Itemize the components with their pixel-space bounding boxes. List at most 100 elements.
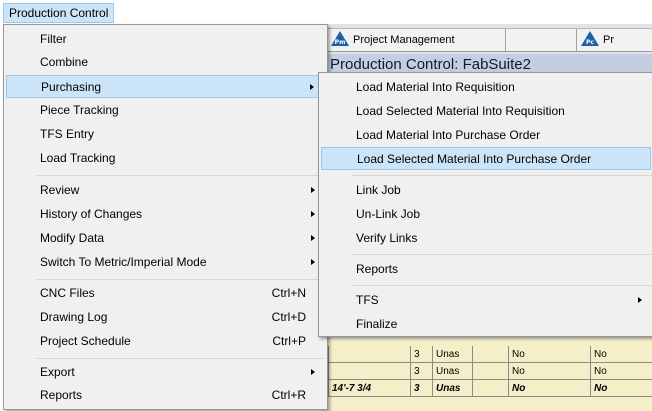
menu-item-label: Switch To Metric/Imperial Mode (40, 255, 207, 269)
shortcut-label: Ctrl+P (272, 334, 306, 348)
menu-item-label: Load Material Into Requisition (356, 80, 515, 94)
menu-item-drawing-log[interactable]: Drawing Log Ctrl+D (6, 306, 324, 329)
menu-item-label: Piece Tracking (40, 103, 119, 117)
submenu-arrow-icon (638, 297, 642, 303)
cell-length (328, 346, 410, 363)
menu-item-label: Reports (356, 262, 399, 276)
tab-strip: Pm Project Management Pc Pr (320, 28, 652, 52)
menu-item-label: Un-Link Job (356, 207, 421, 221)
cell-blank (472, 363, 508, 380)
table-row[interactable]: 3 Unas No No (320, 363, 652, 380)
tab-pc[interactable]: Pc Pr (576, 29, 652, 51)
svg-text:Pm: Pm (335, 39, 346, 46)
cell-col-b: No (590, 363, 652, 380)
menu-item-filter[interactable]: Filter (6, 28, 324, 51)
menu-separator (36, 358, 324, 359)
shortcut-label: Ctrl+D (271, 310, 306, 324)
menu-item-load-material-po[interactable]: Load Material Into Purchase Order (321, 124, 651, 147)
menu-item-history-of-changes[interactable]: History of Changes (6, 203, 324, 226)
shortcut-label: Ctrl+N (271, 286, 306, 300)
menu-item-label: Verify Links (356, 231, 418, 245)
menu-item-label: Reports (40, 388, 83, 402)
menu-item-label: Load Selected Material Into Requisition (356, 104, 565, 118)
table-row[interactable]: 3 Unas No No (320, 346, 652, 363)
menu-item-label: CNC Files (40, 286, 95, 300)
cell-col-a: No (508, 363, 590, 380)
pm-icon: Pm (331, 31, 349, 46)
purchasing-submenu: Load Material Into Requisition Load Sele… (318, 72, 652, 337)
menu-item-link-job[interactable]: Link Job (321, 179, 651, 202)
production-control-menu: Filter Combine Purchasing Piece Tracking… (3, 24, 328, 410)
menu-item-label: TFS Entry (40, 127, 95, 141)
pc-icon: Pc (581, 31, 599, 46)
menu-item-label: Modify Data (40, 231, 105, 245)
menu-separator (352, 285, 652, 286)
submenu-arrow-icon (311, 235, 315, 241)
menu-item-label: Load Tracking (40, 151, 116, 165)
submenu-arrow-icon (311, 211, 315, 217)
menu-item-purchasing[interactable]: Purchasing (6, 75, 324, 98)
cell-col-a: No (508, 346, 590, 363)
data-grid: 3 Unas No No 3 Unas No No 14'-7 3/4 3 Un… (320, 338, 652, 411)
cell-col-b: No (590, 346, 652, 363)
menu-item-reports[interactable]: Reports Ctrl+R (6, 384, 324, 407)
tab-label: Project Management (353, 34, 455, 46)
cell-qty: 3 (410, 346, 432, 363)
menu-item-finalize[interactable]: Finalize (321, 313, 651, 336)
menu-item-label: Purchasing (41, 80, 102, 94)
menu-item-label: Project Schedule (40, 334, 131, 348)
menu-item-tfs-entry[interactable]: TFS Entry (6, 123, 324, 146)
table-row[interactable]: 14'-7 3/4 3 Unas No No (320, 380, 652, 397)
menu-item-load-tracking[interactable]: Load Tracking (6, 147, 324, 170)
menu-separator (352, 254, 652, 255)
submenu-arrow-icon (311, 187, 315, 193)
cell-col-a: No (508, 380, 590, 397)
menu-item-piece-tracking[interactable]: Piece Tracking (6, 99, 324, 122)
menu-item-load-material-requisition[interactable]: Load Material Into Requisition (321, 76, 651, 99)
cell-blank (472, 380, 508, 397)
cell-length: 14'-7 3/4 (328, 380, 410, 397)
menu-item-label: Load Material Into Purchase Order (356, 128, 541, 142)
menu-item-label: TFS (356, 293, 379, 307)
menu-production-control[interactable]: Production Control (3, 3, 115, 23)
cell-length (328, 363, 410, 380)
menu-item-label: Load Selected Material Into Purchase Ord… (357, 152, 592, 166)
menu-item-label: History of Changes (40, 207, 143, 221)
menu-item-export[interactable]: Export (6, 361, 324, 384)
menu-item-project-schedule[interactable]: Project Schedule Ctrl+P (6, 330, 324, 353)
cell-col-b: No (590, 380, 652, 397)
menu-item-load-selected-po[interactable]: Load Selected Material Into Purchase Ord… (321, 147, 651, 170)
menu-item-review[interactable]: Review (6, 179, 324, 202)
menu-separator (352, 175, 652, 176)
menu-item-cnc-files[interactable]: CNC Files Ctrl+N (6, 282, 324, 305)
cell-qty: 3 (410, 380, 432, 397)
menu-item-switch-units[interactable]: Switch To Metric/Imperial Mode (6, 251, 324, 274)
menu-bar: Production Control (0, 0, 652, 24)
menu-item-unlink-job[interactable]: Un-Link Job (321, 203, 651, 226)
menu-item-label: Finalize (356, 317, 398, 331)
menu-item-label: Combine (40, 55, 89, 69)
shortcut-label: Ctrl+R (271, 388, 306, 402)
menu-item-label: Link Job (356, 183, 401, 197)
menu-item-combine[interactable]: Combine (6, 51, 324, 74)
menu-item-label: Filter (40, 32, 67, 46)
menu-item-load-selected-requisition[interactable]: Load Selected Material Into Requisition (321, 100, 651, 123)
cell-status: Unas (432, 363, 472, 380)
menu-separator (36, 279, 324, 280)
cell-status: Unas (432, 380, 472, 397)
cell-status: Unas (432, 346, 472, 363)
tab-project-management[interactable]: Pm Project Management (326, 29, 506, 51)
tab-label: Pr (603, 34, 614, 46)
menu-item-tfs[interactable]: TFS (321, 289, 651, 312)
menu-item-sub-reports[interactable]: Reports (321, 258, 651, 281)
cell-blank (472, 346, 508, 363)
submenu-arrow-icon (310, 84, 314, 90)
menu-item-verify-links[interactable]: Verify Links (321, 227, 651, 250)
menu-separator (36, 175, 324, 176)
svg-text:Pc: Pc (586, 39, 594, 46)
menu-item-label: Export (40, 365, 75, 379)
submenu-arrow-icon (311, 259, 315, 265)
menu-item-modify-data[interactable]: Modify Data (6, 227, 324, 250)
cell-qty: 3 (410, 363, 432, 380)
submenu-arrow-icon (311, 369, 315, 375)
